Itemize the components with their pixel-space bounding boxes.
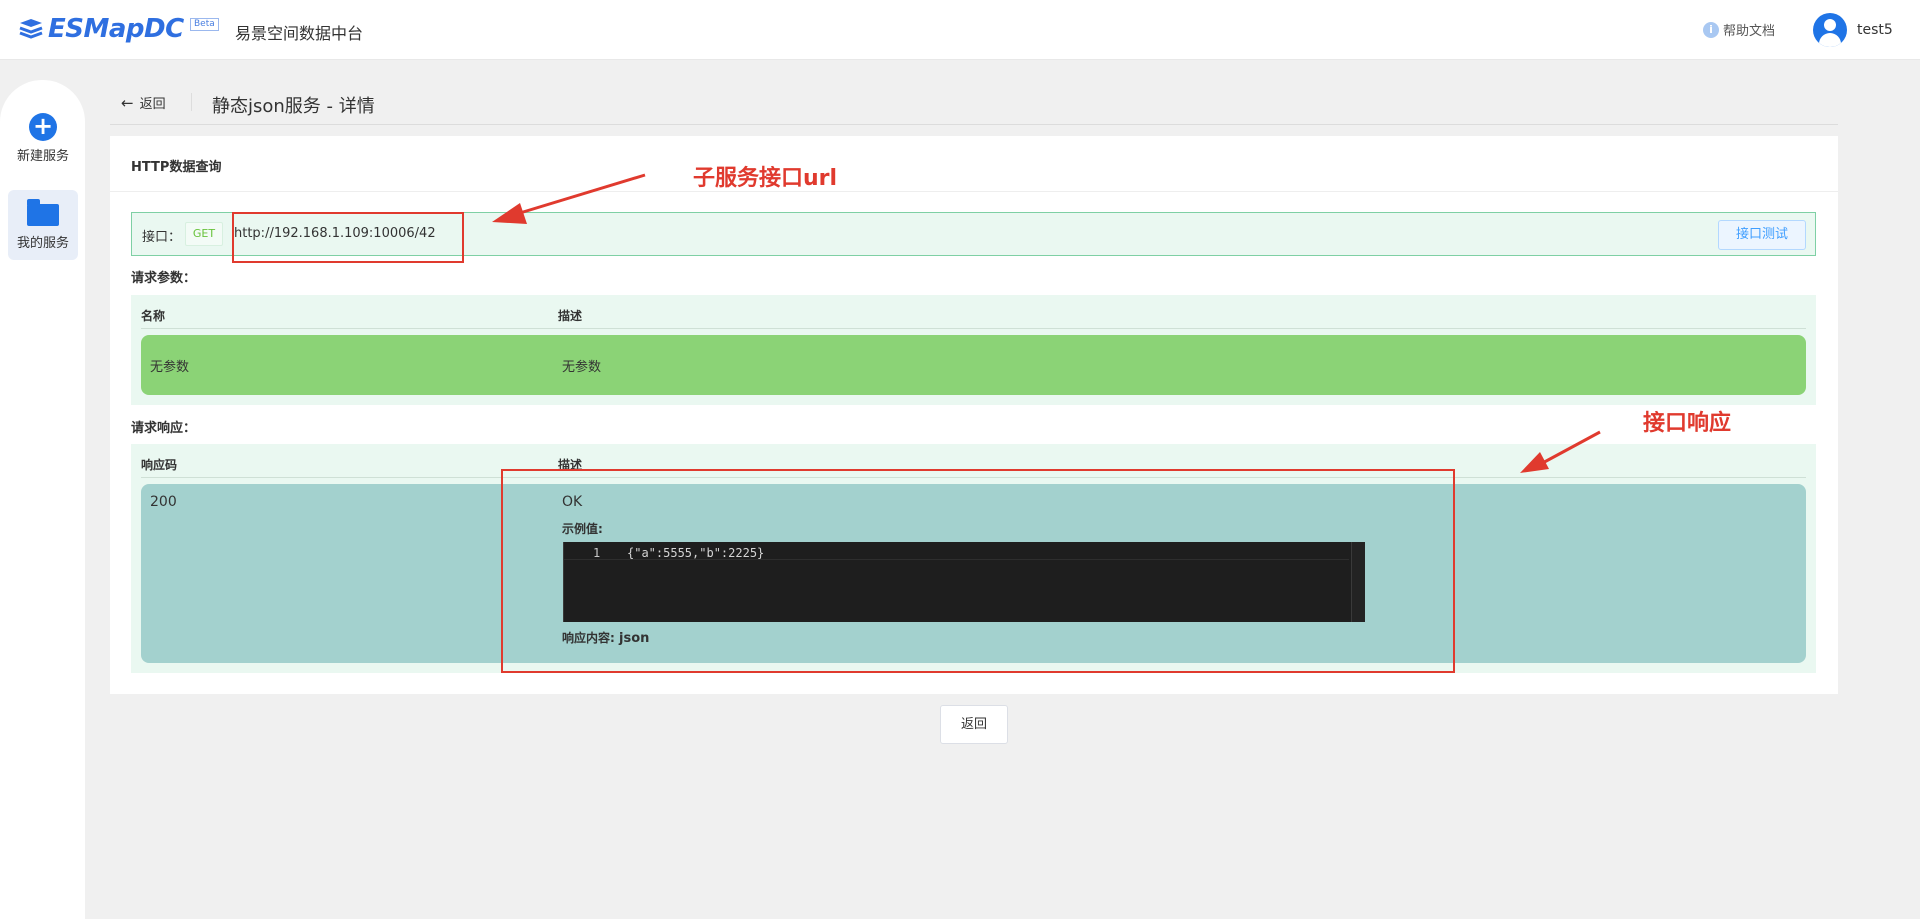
response-arrow-icon	[1520, 430, 1601, 473]
annotation-arrows	[492, 173, 1601, 473]
url-arrow-icon	[492, 173, 646, 224]
